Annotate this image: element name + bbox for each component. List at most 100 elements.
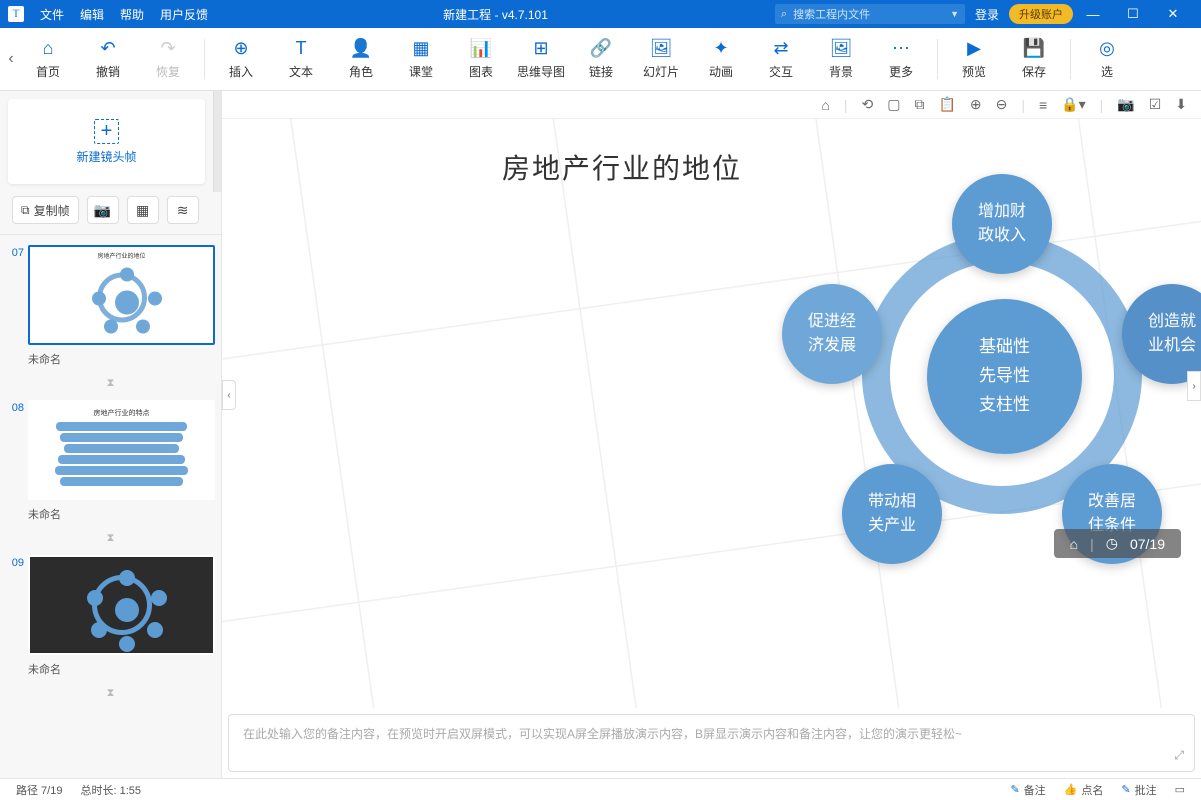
doc-icon[interactable]: ▢ (887, 96, 900, 113)
slides-panel: + 新建镜头帧 ⧉ 复制帧 📷 ▦ ≋ 07 房地产行业的地位 (0, 91, 222, 778)
toolbar-label: 恢复 (156, 63, 180, 80)
chevron-down-icon: ▼ (950, 9, 959, 19)
toolbar-icon: ▦ (412, 38, 429, 59)
menu-help[interactable]: 帮助 (112, 6, 152, 23)
comment-button[interactable]: ✎批注 (1121, 782, 1156, 798)
toolbar-背景-button[interactable]: 🖼背景 (811, 38, 871, 80)
search-icon: ⌕ (781, 8, 787, 21)
new-frame-button[interactable]: + 新建镜头帧 (8, 99, 205, 184)
slide-item-08[interactable]: 08 房地产行业的特点 未命名 (6, 400, 215, 526)
toolbar-icon: ↷ (160, 38, 175, 59)
slide-title-text[interactable]: 房地产行业的地位 (502, 147, 742, 187)
arrow-left-icon[interactable]: ⟲ (861, 96, 873, 113)
toolbar-更多-button[interactable]: ⋯更多 (871, 38, 931, 80)
menu-edit[interactable]: 编辑 (72, 6, 112, 23)
note-icon: ✎ (1121, 783, 1130, 796)
duration-status: 总时长: 1:55 (80, 782, 141, 798)
toolbar-角色-button[interactable]: 👤角色 (331, 38, 391, 80)
zoom-in-icon[interactable]: ⊕ (970, 96, 982, 113)
slide-name: 未命名 (28, 504, 215, 526)
snapshot-icon[interactable]: 📷 (1117, 96, 1134, 113)
slides-list: 07 房地产行业的地位 (0, 235, 221, 778)
slide-item-09[interactable]: 09 (6, 555, 215, 681)
path-status: 路径 7/19 (16, 782, 62, 798)
slide-name: 未命名 (28, 349, 215, 371)
toolbar-交互-button[interactable]: ⇄交互 (751, 38, 811, 80)
toolbar-label: 插入 (229, 63, 253, 80)
toolbar-divider (937, 39, 938, 79)
toolbar-选-button[interactable]: ◎选 (1077, 38, 1137, 80)
home-icon[interactable]: ⌂ (821, 97, 829, 113)
toolbar-label: 动画 (709, 63, 733, 80)
lock-icon[interactable]: 🔒▾ (1061, 96, 1085, 113)
toolbar-label: 选 (1101, 63, 1113, 80)
diagram-node-2[interactable]: 促进经 济发展 (782, 284, 882, 384)
like-button[interactable]: 👍点名 (1064, 782, 1104, 798)
toolbar-label: 幻灯片 (643, 63, 679, 80)
toolbar-撤销-button[interactable]: ↶撤销 (78, 38, 138, 80)
align-icon[interactable]: ≡ (1039, 97, 1047, 113)
toolbar-动画-button[interactable]: ✦动画 (691, 38, 751, 80)
qr-icon: ▦ (136, 202, 149, 219)
new-frame-label: 新建镜头帧 (76, 148, 136, 165)
plus-icon: + (94, 119, 120, 144)
wave-button[interactable]: ≋ (167, 196, 199, 224)
slide-item-07[interactable]: 07 房地产行业的地位 (6, 245, 215, 371)
search-placeholder: 搜索工程内文件 (793, 6, 870, 22)
toolbar-插入-button[interactable]: ⊕ 插入 (211, 38, 271, 80)
notes-placeholder: 在此处输入您的备注内容，在预览时开启双屏模式，可以实现A屏全屏播放演示内容，B屏… (243, 727, 962, 741)
timer-icon: ⧗ (6, 532, 215, 545)
diagram-node-4[interactable]: 带动相 关产业 (842, 464, 942, 564)
remark-button[interactable]: ✎备注 (1010, 782, 1045, 798)
toolbar-label: 文本 (289, 63, 313, 80)
stats-icon[interactable]: ☑ (1149, 96, 1162, 113)
slide-thumbnail[interactable]: 房地产行业的特点 (28, 400, 215, 500)
canvas[interactable]: 房地产行业的地位 基础性 先导性 支柱性 增加财 政收入 促进经 济发展 创造就… (222, 119, 1201, 708)
qr-button[interactable]: ▦ (127, 196, 159, 224)
toolbar-链接-button[interactable]: 🔗链接 (571, 38, 631, 80)
window-title: 新建工程 - v4.7.101 (216, 6, 775, 23)
notes-input[interactable]: 在此处输入您的备注内容，在预览时开启双屏模式，可以实现A屏全屏播放演示内容，B屏… (228, 714, 1195, 772)
slide-thumbnail[interactable] (28, 555, 215, 655)
toolbar-图表-button[interactable]: 📊图表 (451, 38, 511, 80)
toolbar-文本-button[interactable]: T文本 (271, 38, 331, 80)
diagram-node-1[interactable]: 增加财 政收入 (952, 174, 1052, 274)
toolbar-幻灯片-button[interactable]: 🖼幻灯片 (631, 38, 691, 80)
slide-name: 未命名 (28, 659, 215, 681)
collapse-sidebar-icon[interactable]: ‹ (222, 380, 236, 410)
toolbar-保存-button[interactable]: 💾保存 (1004, 38, 1064, 80)
upgrade-button[interactable]: 升级账户 (1009, 4, 1073, 24)
toolbar-首页-button[interactable]: ⌂首页 (18, 38, 78, 80)
toolbar-思维导图-button[interactable]: ⊞思维导图 (511, 38, 571, 80)
sidebar-scrollbar[interactable] (213, 91, 221, 192)
toolbar-课堂-button[interactable]: ▦课堂 (391, 38, 451, 80)
zoom-out-icon[interactable]: ⊖ (996, 96, 1008, 113)
collapse-left-icon[interactable]: ‹ (4, 28, 18, 90)
minimize-button[interactable]: — (1073, 7, 1113, 22)
copy-icon[interactable]: ⧉ (914, 96, 924, 113)
menu-file[interactable]: 文件 (32, 6, 72, 23)
close-button[interactable]: ✕ (1153, 6, 1193, 22)
search-input[interactable]: ⌕ 搜索工程内文件 ▼ (775, 4, 965, 24)
copy-icon: ⧉ (21, 203, 30, 218)
slide-thumbnail[interactable]: 房地产行业的地位 (28, 245, 215, 345)
diagram-center[interactable]: 基础性 先导性 支柱性 (927, 299, 1082, 454)
view-mode-icon[interactable]: ▭ (1175, 783, 1185, 796)
slide-number: 07 (6, 245, 24, 259)
menu-feedback[interactable]: 用户反馈 (152, 6, 216, 23)
login-button[interactable]: 登录 (965, 6, 1009, 23)
toolbar-icon: 🖼 (830, 38, 853, 59)
collapse-right-icon[interactable]: › (1187, 371, 1201, 401)
status-bar: 路径 7/19 总时长: 1:55 ✎备注 👍点名 ✎批注 ▭ (0, 778, 1201, 800)
camera-button[interactable]: 📷 (87, 196, 119, 224)
toolbar-icon: ▶ (967, 38, 981, 59)
main-toolbar: ‹ ⌂首页↶撤销↷恢复 ⊕插入T文本👤角色▦课堂📊图表⊞思维导图🔗链接🖼幻灯片✦… (0, 28, 1201, 91)
paste-icon[interactable]: 📋 (938, 96, 955, 113)
maximize-button[interactable]: ☐ (1113, 6, 1153, 22)
expand-icon[interactable]: ⤢ (1174, 748, 1184, 763)
copy-frame-button[interactable]: ⧉ 复制帧 (12, 196, 79, 224)
toolbar-icon: ⊕ (233, 38, 248, 59)
toolbar-icon: ↶ (100, 38, 115, 59)
toolbar-预览-button[interactable]: ▶预览 (944, 38, 1004, 80)
download-icon[interactable]: ⬇ (1175, 96, 1187, 113)
